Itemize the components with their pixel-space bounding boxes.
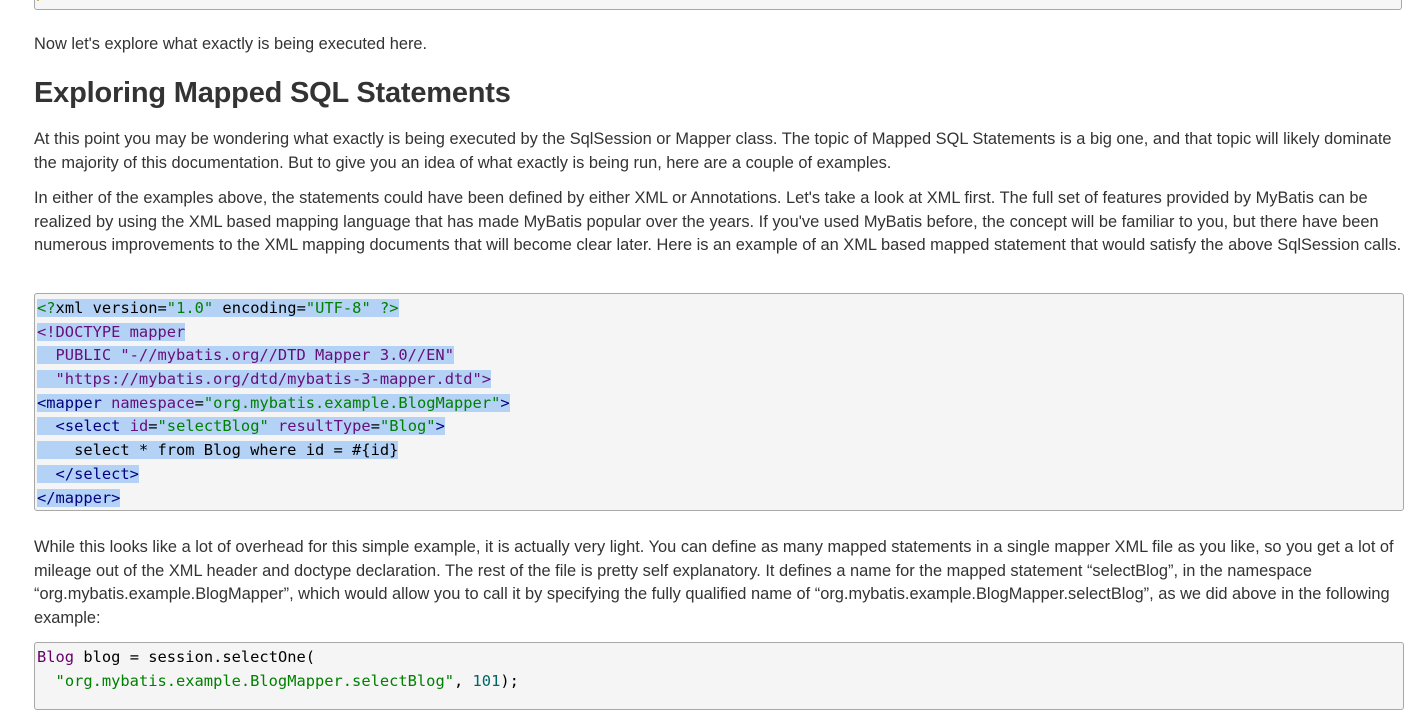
code-line: </select> — [37, 463, 1401, 487]
code-line: PUBLIC "-//mybatis.org//DTD Mapper 3.0//… — [37, 346, 454, 365]
code-fragment-icon — [37, 0, 45, 1]
code-line: select * from Blog where id = #{id} — [37, 441, 399, 460]
paragraph-xml-intro: In either of the examples above, the sta… — [34, 189, 1402, 254]
paragraph-mapped-sql: At this point you may be wondering what … — [34, 130, 1392, 172]
xml-code-block[interactable]: <?xml version="1.0" encoding="UTF-8" ?> <… — [34, 293, 1404, 511]
java-code-block[interactable]: Blog blog = session.selectOne( "org.myba… — [34, 642, 1404, 710]
code-line: <select id="selectBlog" resultType="Blog… — [37, 415, 1401, 439]
code-line: "org.mybatis.example.BlogMapper.selectBl… — [55, 671, 519, 690]
code-line: <?xml version="1.0" encoding="UTF-8" ?> — [37, 299, 399, 317]
code-line: </mapper> — [37, 488, 121, 507]
intro-paragraph: Now let's explore what exactly is being … — [34, 35, 428, 53]
code-line: <mapper namespace="org.mybatis.example.B… — [37, 393, 510, 412]
code-line: Blog blog = session.selectOne( — [37, 648, 316, 666]
previous-code-block — [34, 0, 1402, 10]
code-line: "https://mybatis.org/dtd/mybatis-3-mappe… — [37, 370, 492, 389]
code-line: <!DOCTYPE mapper — [37, 322, 186, 341]
paragraph-explanation: While this looks like a lot of overhead … — [34, 538, 1394, 627]
section-heading: Exploring Mapped SQL Statements — [34, 77, 511, 109]
